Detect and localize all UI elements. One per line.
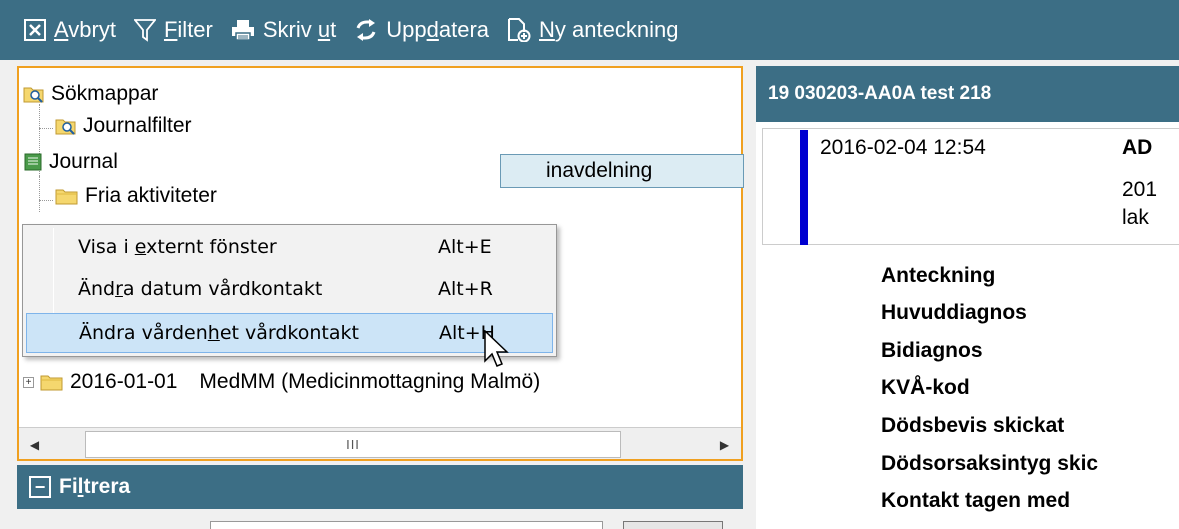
- filter-button[interactable]: Filter: [133, 17, 213, 43]
- folder-icon: [40, 373, 64, 391]
- menu-shortcut: Alt+E: [438, 236, 492, 258]
- new-note-label: Ny anteckning: [539, 17, 679, 42]
- refresh-button[interactable]: Uppdatera: [354, 17, 489, 43]
- field-label: Dödsorsaksintyg skic: [881, 452, 1099, 475]
- tree-label: Sökmappar: [51, 82, 159, 105]
- filter-panel-title: Filtrera: [59, 475, 131, 498]
- print-label: Skriv ut: [262, 17, 337, 42]
- cancel-label: Avbryt: [54, 17, 116, 42]
- tree-label: Journal: [49, 150, 118, 173]
- journal-book-icon: [23, 153, 43, 171]
- entry-marker: [800, 130, 808, 245]
- entry-text-line: 201: [1122, 178, 1158, 201]
- search-folder-icon: [55, 117, 77, 135]
- tree-item-selected[interactable]: inavdelning: [500, 154, 744, 188]
- tree-label: Journalfilter: [83, 114, 192, 137]
- tree-item-journal[interactable]: Journal: [23, 150, 118, 174]
- collapse-icon[interactable]: −: [29, 476, 51, 498]
- tree-item-search-folders[interactable]: Sökmappar: [23, 82, 158, 106]
- printer-icon: [231, 19, 255, 41]
- field-label: Bidiagnos: [881, 339, 983, 362]
- horizontal-scrollbar[interactable]: ◀ III ▶: [19, 427, 741, 459]
- patient-id: 19 030203-AA0A test 218: [768, 83, 992, 104]
- new-document-icon: [507, 18, 531, 42]
- search-folder-icon: [23, 85, 45, 103]
- refresh-icon: [354, 19, 378, 41]
- funnel-icon: [133, 18, 156, 42]
- patient-header: 19 030203-AA0A test 218: [756, 66, 1179, 122]
- visit-date: 2016-01-01: [70, 370, 178, 393]
- toolbar: Avbryt Filter Skriv ut Uppdatera Ny ante…: [0, 0, 1179, 60]
- filter-apply-button[interactable]: [623, 521, 723, 529]
- menu-item-label: Ändra vårdenhet vårdkontakt: [79, 322, 359, 344]
- scroll-grip: III: [346, 437, 360, 452]
- tree-label: Fria aktiviteter: [85, 184, 217, 207]
- entry-date: 2016-02-04 12:54: [820, 136, 986, 159]
- scroll-thumb[interactable]: III: [85, 431, 621, 458]
- tree-item-free-activities[interactable]: Fria aktiviteter: [55, 184, 217, 208]
- refresh-label: Uppdatera: [386, 17, 490, 42]
- menu-item-change-date[interactable]: Ändra datum vårdkontakt Alt+R: [26, 269, 553, 309]
- context-menu: Visa i externt fönster Alt+E Ändra datum…: [22, 224, 557, 357]
- field-label: Kontakt tagen med: [881, 489, 1071, 512]
- expand-icon[interactable]: +: [23, 376, 34, 388]
- filter-label: Filter: [163, 17, 213, 42]
- menu-item-label: Visa i externt fönster: [78, 236, 277, 258]
- new-note-button[interactable]: Ny anteckning: [507, 17, 678, 43]
- print-button[interactable]: Skriv ut: [231, 17, 336, 43]
- filter-input[interactable]: [210, 521, 603, 529]
- field-label: Anteckning: [881, 264, 996, 287]
- tree-label: inavdelning: [546, 159, 653, 182]
- folder-icon: [55, 187, 79, 205]
- cancel-button[interactable]: Avbryt: [24, 17, 116, 43]
- tree-item-visit[interactable]: + 2016-01-01 MedMM (Medicinmottagning Ma…: [23, 370, 540, 394]
- menu-item-label: Ändra datum vårdkontakt: [78, 278, 323, 300]
- field-label: Huvuddiagnos: [881, 301, 1027, 324]
- menu-shortcut: Alt+R: [438, 278, 493, 300]
- entry-title: AD: [1122, 136, 1153, 159]
- field-label: Dödsbevis skickat: [881, 414, 1065, 437]
- menu-item-open-external[interactable]: Visa i externt fönster Alt+E: [26, 227, 553, 267]
- field-label: KVÅ-kod: [881, 376, 970, 399]
- scroll-left-icon[interactable]: ◀: [21, 431, 48, 458]
- panel-splitter[interactable]: [745, 60, 754, 529]
- mouse-pointer-icon: [484, 329, 510, 375]
- scroll-right-icon[interactable]: ▶: [711, 431, 738, 458]
- entry-text-line: lak: [1122, 206, 1149, 229]
- tree-item-journal-filter[interactable]: Journalfilter: [55, 114, 192, 138]
- menu-item-change-unit[interactable]: Ändra vårdenhet vårdkontakt Alt+H: [26, 313, 553, 353]
- filter-panel-header[interactable]: − Filtrera: [17, 465, 743, 509]
- close-icon: [24, 19, 46, 41]
